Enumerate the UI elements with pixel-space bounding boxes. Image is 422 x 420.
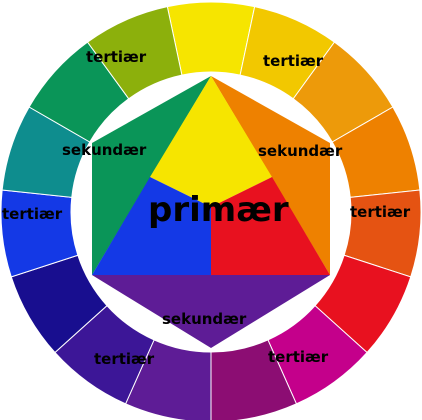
ring-segment-yellow: [166, 1, 256, 76]
tertiary-label: tertiær: [86, 48, 147, 66]
primary-label: primær: [148, 190, 289, 230]
tertiary-label: tertiær: [268, 348, 329, 366]
tertiary-label: tertiær: [94, 350, 155, 368]
secondary-label: sekundær: [162, 310, 247, 328]
tertiary-label: tertiær: [263, 52, 324, 70]
secondary-label: sekundær: [258, 142, 343, 160]
tertiary-label: tertiær: [2, 205, 63, 223]
secondary-label: sekundær: [62, 141, 147, 159]
tertiary-label: tertiær: [350, 203, 411, 221]
color-wheel: tertiær tertiær tertiær tertiær tertiær …: [0, 1, 422, 420]
